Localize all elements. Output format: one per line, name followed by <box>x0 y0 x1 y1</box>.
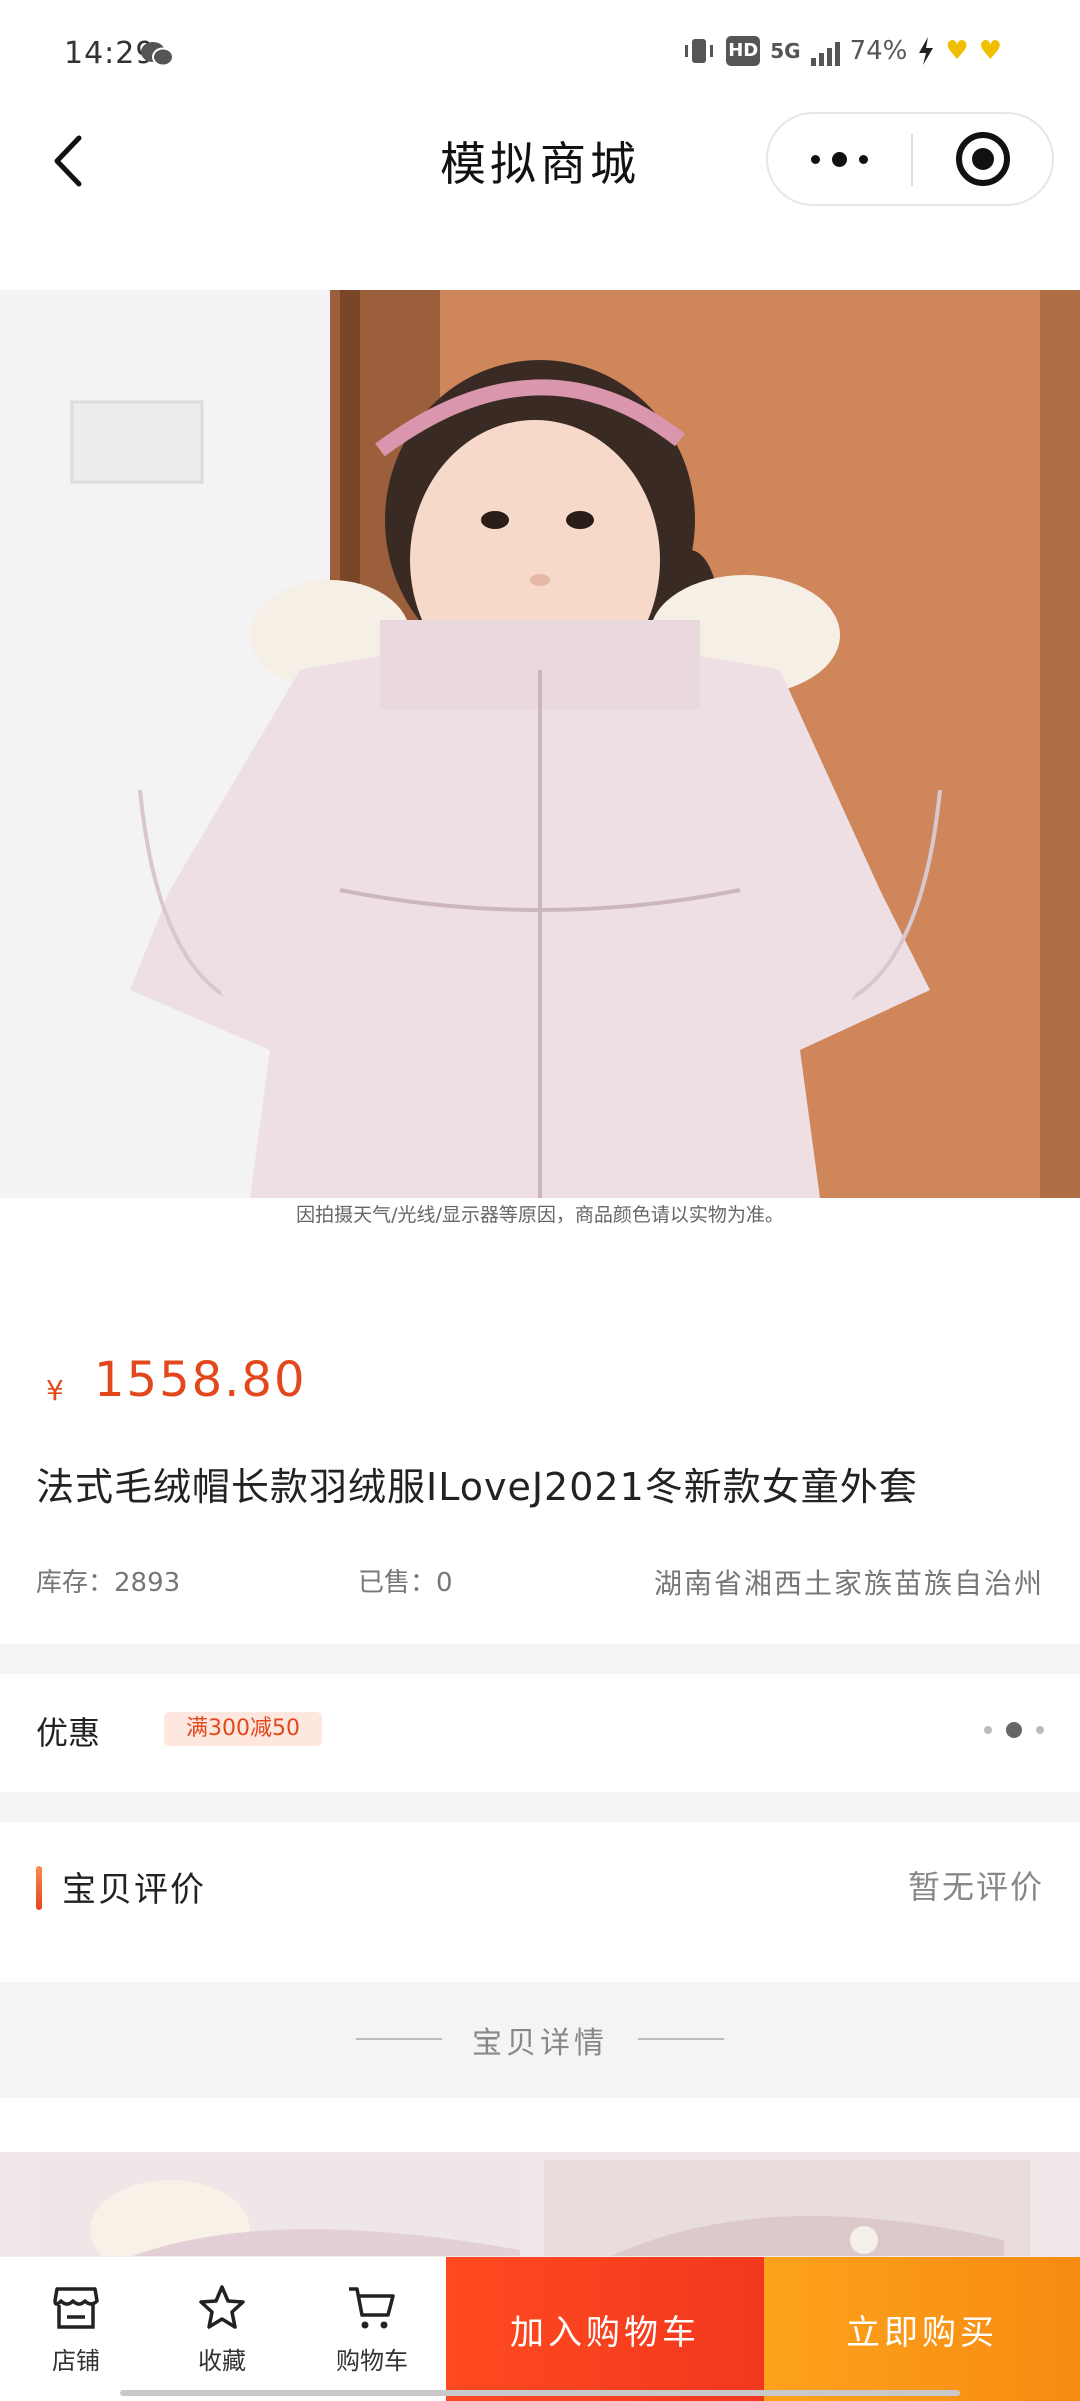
reviews-title: 宝贝评价 <box>62 1870 206 1910</box>
section-accent-bar <box>36 1866 42 1910</box>
heart-icon: ♥ <box>945 36 969 66</box>
product-price: 1558.80 <box>94 1352 307 1408</box>
promo-row[interactable] <box>0 1674 1080 1792</box>
promo-label: 优惠 <box>36 1714 101 1752</box>
close-mini-program-button[interactable] <box>912 114 1054 204</box>
stock-count: 库存：2893 <box>36 1568 181 1598</box>
cart-icon <box>349 2286 395 2328</box>
product-photo-illustration <box>0 290 1080 1198</box>
product-image[interactable] <box>0 290 1080 1198</box>
detail-image-illustration <box>40 2160 526 2262</box>
target-close-icon <box>956 132 1010 186</box>
details-title: 宝贝详情 <box>472 2026 608 2061</box>
detail-image[interactable] <box>40 2160 526 2262</box>
section-gap <box>0 1644 1080 1674</box>
mini-program-capsule <box>766 112 1054 206</box>
vibrate-icon <box>685 39 714 63</box>
buy-now-button[interactable]: 立即购买 <box>764 2257 1080 2401</box>
dot <box>1006 1722 1022 1738</box>
detail-image-illustration <box>544 2160 1030 2262</box>
home-indicator <box>120 2390 960 2396</box>
shop-button[interactable]: 店铺 <box>6 2257 146 2401</box>
wechat-icon <box>141 42 174 67</box>
dot <box>984 1726 992 1734</box>
network-type: 5G <box>770 39 801 63</box>
status-icons: HD 5G 74% ♥ ♥ <box>682 36 1002 66</box>
more-dot <box>858 154 868 164</box>
details-images <box>0 2152 1080 2262</box>
shop-icon <box>53 2286 99 2329</box>
shop-label: 店铺 <box>52 2346 100 2375</box>
sold-count: 已售：0 <box>358 1568 453 1598</box>
add-to-cart-button[interactable]: 加入购物车 <box>446 2257 764 2401</box>
no-reviews-text: 暂无评价 <box>907 1868 1044 1906</box>
favorite-label: 收藏 <box>198 2346 246 2375</box>
color-disclaimer: 因拍摄天气/光线/显示器等原因，商品颜色请以实物为准。 <box>296 1204 784 1226</box>
signal-icon <box>810 36 840 66</box>
dot <box>1036 1726 1044 1734</box>
battery-level: 74% <box>849 36 908 66</box>
price-currency: ¥ <box>46 1374 64 1407</box>
star-icon <box>199 2284 245 2329</box>
ship-from-location: 湖南省湘西土家族苗族自治州 <box>653 1567 1044 1600</box>
charging-icon <box>919 37 934 65</box>
cart-button[interactable]: 购物车 <box>302 2257 442 2401</box>
section-gap <box>0 1792 1080 1822</box>
heart-icon: ♥ <box>978 36 1002 66</box>
bottom-action-bar: 店铺 收藏 购物车 加入购物车 立即购买 <box>0 2256 1080 2401</box>
detail-image[interactable] <box>544 2160 1030 2262</box>
more-options-icon[interactable] <box>984 1722 1044 1738</box>
favorite-button[interactable]: 收藏 <box>152 2257 292 2401</box>
status-bar: 14:29 HD 5G 74% ♥ ♥ <box>0 0 1080 112</box>
more-dot <box>831 151 847 167</box>
more-button[interactable] <box>768 114 910 204</box>
hd-badge: HD <box>726 36 761 66</box>
cart-label: 购物车 <box>336 2346 408 2375</box>
product-title: 法式毛绒帽长款羽绒服ILoveJ2021冬新款女童外套 <box>36 1465 918 1509</box>
coupon-badge[interactable]: 满300减50 <box>164 1712 322 1746</box>
more-dot <box>810 154 820 164</box>
